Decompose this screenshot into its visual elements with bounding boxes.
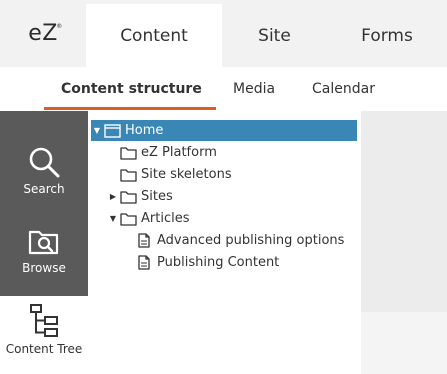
left-sidebar: Search Browse Content Tree: [0, 111, 88, 374]
tree-node-label: eZ Platform: [141, 145, 217, 160]
tree-node-label: Home: [125, 123, 164, 138]
tree-node-label: Advanced publishing options: [157, 233, 345, 248]
document-icon: [135, 233, 153, 248]
content-tree-icon: [27, 303, 61, 339]
tree-node-publishing-content[interactable]: Publishing Content: [123, 252, 279, 273]
top-navigation-bar: eZ ® Content Site Forms: [0, 0, 447, 67]
tab-content[interactable]: Content: [86, 4, 222, 67]
collapse-toggle-icon[interactable]: ▶: [107, 192, 119, 201]
tree-node-ez-platform[interactable]: eZ Platform: [107, 142, 217, 163]
search-icon: [27, 145, 61, 179]
content-tree-panel: ▼ Home eZ Platform Site skeletons ▶ Site…: [88, 111, 361, 374]
subtab-calendar[interactable]: Calendar: [312, 67, 375, 111]
ez-logo[interactable]: eZ ®: [0, 0, 86, 67]
document-icon: [135, 255, 153, 270]
folder-icon: [119, 146, 137, 160]
sidebar-content-tree-button[interactable]: Content Tree: [0, 296, 88, 374]
tree-node-home[interactable]: ▼ Home: [91, 120, 357, 141]
folder-icon: [119, 190, 137, 204]
tree-node-site-skeletons[interactable]: Site skeletons: [107, 164, 232, 185]
sidebar-browse-label: Browse: [22, 261, 66, 275]
tree-node-sites[interactable]: ▶ Sites: [107, 186, 173, 207]
content-area: [361, 111, 447, 374]
sidebar-content-tree-label: Content Tree: [5, 342, 83, 356]
home-window-icon: [103, 123, 121, 138]
tree-node-label: Publishing Content: [157, 255, 280, 270]
expand-toggle-icon[interactable]: ▼: [107, 214, 119, 223]
subtab-media[interactable]: Media: [233, 67, 275, 111]
browse-icon: [27, 224, 61, 258]
tree-node-label: Site skeletons: [141, 167, 232, 182]
active-subtab-indicator: [44, 107, 216, 110]
tab-forms[interactable]: Forms: [327, 4, 447, 67]
sidebar-search-button[interactable]: Search: [0, 145, 88, 203]
tree-node-label: Articles: [141, 211, 190, 226]
content-area-lower-section: [361, 312, 447, 374]
sidebar-search-label: Search: [23, 182, 65, 196]
tree-node-label: Sites: [141, 189, 173, 204]
subtab-content-structure[interactable]: Content structure: [61, 67, 202, 111]
folder-icon: [119, 168, 137, 182]
logo-text: eZ ®: [28, 21, 63, 46]
tree-node-articles[interactable]: ▼ Articles: [107, 208, 190, 229]
tree-node-advanced-publishing-options[interactable]: Advanced publishing options: [123, 230, 344, 251]
folder-icon: [119, 212, 137, 226]
expand-toggle-icon[interactable]: ▼: [91, 126, 103, 135]
sidebar-browse-button[interactable]: Browse: [0, 224, 88, 282]
sub-navigation-bar: Content structure Media Calendar: [0, 67, 447, 111]
tab-site[interactable]: Site: [222, 4, 327, 67]
